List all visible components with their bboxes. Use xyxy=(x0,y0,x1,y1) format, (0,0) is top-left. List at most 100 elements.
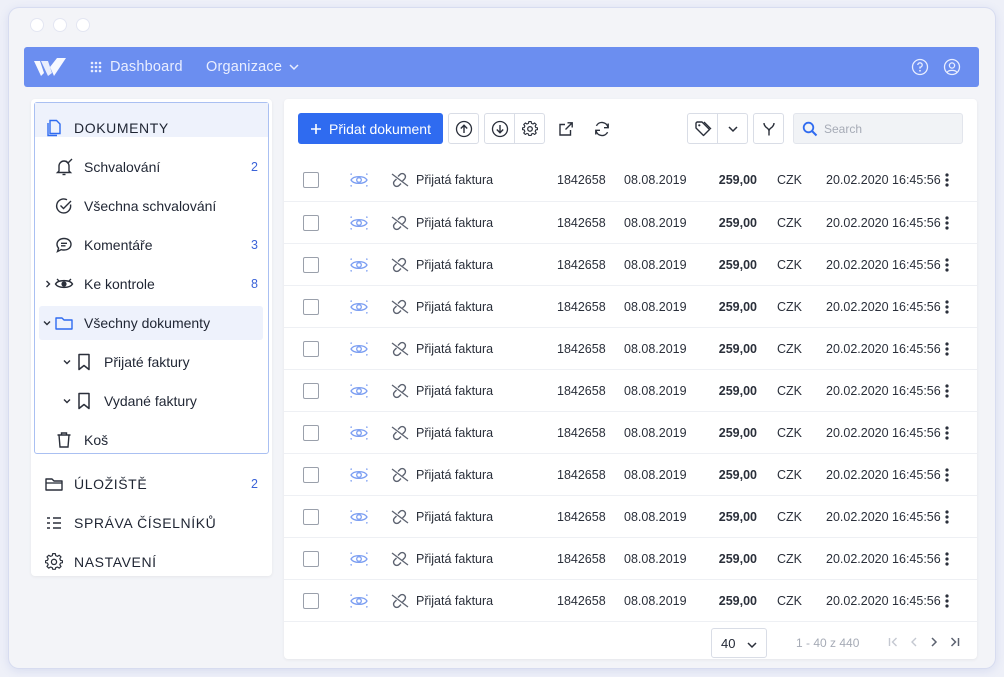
chevron-down-icon[interactable] xyxy=(62,396,72,406)
more-vertical-icon[interactable] xyxy=(941,159,953,201)
sidebar-item-ke-kontrole[interactable]: Ke kontrole 8 xyxy=(31,267,272,301)
chevron-down-icon[interactable] xyxy=(62,357,72,367)
sidebar-item-vydane-faktury[interactable]: Vydané faktury xyxy=(31,384,272,418)
row-checkbox[interactable] xyxy=(303,425,319,441)
unlinked-icon xyxy=(390,202,410,244)
more-vertical-icon[interactable] xyxy=(941,538,953,580)
next-page-button[interactable] xyxy=(927,635,941,649)
preview-eye-icon[interactable] xyxy=(350,412,368,454)
document-amount: 259,00 xyxy=(718,594,757,608)
app-logo-icon[interactable] xyxy=(32,55,68,79)
sidebar-item-kos[interactable]: Koš xyxy=(31,423,272,457)
table-row[interactable]: Přijatá faktura 1842658 08.08.2019 259,00 CZ… xyxy=(284,453,977,495)
chevron-right-icon[interactable] xyxy=(43,279,53,289)
table-row[interactable]: Přijatá faktura 1842658 08.08.2019 259,00 CZ… xyxy=(284,285,977,327)
row-checkbox[interactable] xyxy=(303,172,319,188)
more-vertical-icon[interactable] xyxy=(941,412,953,454)
table-row[interactable]: Přijatá faktura 1842658 08.08.2019 259,00 CZ… xyxy=(284,411,977,453)
row-checkbox[interactable] xyxy=(303,551,319,567)
add-document-button[interactable]: Přidat dokument xyxy=(298,113,443,144)
app-window: Dashboard Organizace DOKUMENTY Schvalová… xyxy=(9,8,995,668)
sidebar-item-schvalovani[interactable]: Schvalování 2 xyxy=(31,150,272,184)
first-page-button[interactable] xyxy=(886,635,900,649)
preview-eye-icon[interactable] xyxy=(350,328,368,370)
more-vertical-icon[interactable] xyxy=(941,286,953,328)
sidebar-item-vsechny-dokumenty[interactable]: Všechny dokumenty xyxy=(31,306,272,340)
table-row[interactable]: Přijatá faktura 1842658 08.08.2019 259,00 CZ… xyxy=(284,327,977,369)
table-row[interactable]: Přijatá faktura 1842658 08.08.2019 259,00 CZ… xyxy=(284,537,977,579)
row-checkbox[interactable] xyxy=(303,509,319,525)
more-vertical-icon[interactable] xyxy=(941,244,953,286)
sidebar-section-storage[interactable]: ÚLOŽIŠTĚ 2 xyxy=(31,467,272,501)
more-vertical-icon[interactable] xyxy=(941,580,953,622)
open-external-button[interactable] xyxy=(550,113,581,144)
table-row[interactable]: Přijatá faktura 1842658 08.08.2019 259,00 CZ… xyxy=(284,243,977,285)
sidebar-section-documents[interactable]: DOKUMENTY xyxy=(31,111,272,145)
more-vertical-icon[interactable] xyxy=(941,496,953,538)
window-dot[interactable] xyxy=(77,19,89,31)
last-page-button[interactable] xyxy=(948,635,962,649)
sidebar-section-label: NASTAVENÍ xyxy=(74,554,157,570)
sidebar-item-vsechna-schvalovani[interactable]: Všechna schvalování xyxy=(31,189,272,223)
check-circle-icon xyxy=(54,196,74,216)
row-checkbox[interactable] xyxy=(303,383,319,399)
upload-button[interactable] xyxy=(448,113,479,144)
row-checkbox[interactable] xyxy=(303,593,319,609)
chevron-down-icon[interactable] xyxy=(42,318,52,328)
table-row[interactable]: Přijatá faktura 1842658 08.08.2019 259,00 CZ… xyxy=(284,159,977,201)
page-size-select[interactable]: 40 xyxy=(711,628,767,658)
row-checkbox[interactable] xyxy=(303,257,319,273)
more-vertical-icon[interactable] xyxy=(941,454,953,496)
row-checkbox[interactable] xyxy=(303,215,319,231)
user-account-icon[interactable] xyxy=(943,58,961,76)
tags-dropdown-button[interactable] xyxy=(717,113,748,144)
refresh-button[interactable] xyxy=(586,113,617,144)
preview-eye-icon[interactable] xyxy=(350,370,368,412)
more-vertical-icon[interactable] xyxy=(941,202,953,244)
preview-eye-icon[interactable] xyxy=(350,159,368,201)
tags-button[interactable] xyxy=(687,113,718,144)
window-dot[interactable] xyxy=(31,19,43,31)
table-row[interactable]: Přijatá faktura 1842658 08.08.2019 259,00 CZ… xyxy=(284,201,977,243)
help-icon[interactable] xyxy=(911,58,929,76)
sidebar-item-count: 8 xyxy=(251,277,258,291)
preview-eye-icon[interactable] xyxy=(350,538,368,580)
sidebar-item-prijate-faktury[interactable]: Přijaté faktury xyxy=(31,345,272,379)
more-vertical-icon[interactable] xyxy=(941,370,953,412)
preview-eye-icon[interactable] xyxy=(350,496,368,538)
search-input[interactable] xyxy=(824,121,954,136)
table-row[interactable]: Přijatá faktura 1842658 08.08.2019 259,00 CZ… xyxy=(284,495,977,537)
previous-page-button[interactable] xyxy=(907,635,921,649)
filter-button[interactable] xyxy=(753,113,784,144)
sidebar-item-count: 2 xyxy=(251,160,258,174)
preview-eye-icon[interactable] xyxy=(350,580,368,622)
sidebar-section-settings[interactable]: NASTAVENÍ xyxy=(31,545,272,579)
row-checkbox[interactable] xyxy=(303,299,319,315)
row-checkbox[interactable] xyxy=(303,341,319,357)
preview-eye-icon[interactable] xyxy=(350,286,368,328)
sidebar-item-komentare[interactable]: Komentáře 3 xyxy=(31,228,272,262)
document-amount: 259,00 xyxy=(718,468,757,482)
dashboard-link[interactable]: Dashboard xyxy=(90,47,183,87)
search-box[interactable] xyxy=(793,113,963,144)
document-number: 1842658 xyxy=(557,510,606,524)
table-row[interactable]: Přijatá faktura 1842658 08.08.2019 259,00 CZ… xyxy=(284,369,977,411)
upload-icon xyxy=(455,120,472,137)
row-checkbox[interactable] xyxy=(303,467,319,483)
settings-button[interactable] xyxy=(514,113,545,144)
preview-eye-icon[interactable] xyxy=(350,454,368,496)
preview-eye-icon[interactable] xyxy=(350,244,368,286)
sidebar-section-codelists[interactable]: SPRÁVA ČÍSELNÍKŮ xyxy=(31,506,272,540)
document-number: 1842658 xyxy=(557,594,606,608)
table-row[interactable]: Přijatá faktura 1842658 08.08.2019 259,00 CZ… xyxy=(284,579,977,621)
organization-dropdown[interactable]: Organizace xyxy=(206,47,300,87)
document-date: 08.08.2019 xyxy=(624,594,687,608)
more-vertical-icon[interactable] xyxy=(941,328,953,370)
document-type: Přijatá faktura xyxy=(416,173,494,187)
unlinked-icon xyxy=(390,412,410,454)
download-button[interactable] xyxy=(484,113,515,144)
preview-eye-icon[interactable] xyxy=(350,202,368,244)
bell-check-icon xyxy=(54,157,74,177)
window-controls xyxy=(31,19,89,31)
window-dot[interactable] xyxy=(54,19,66,31)
